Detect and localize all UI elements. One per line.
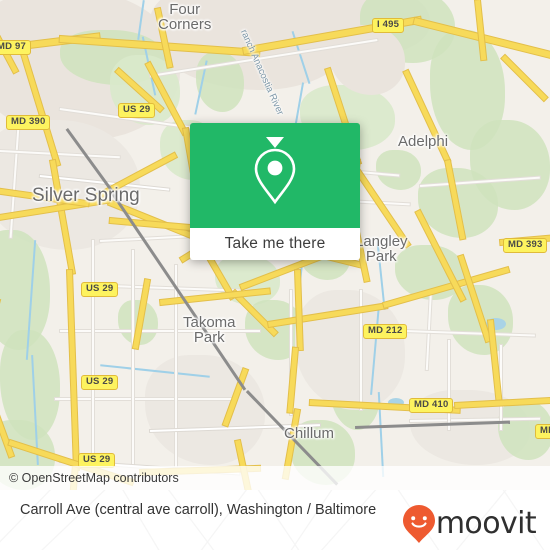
take-me-there-label: Take me there xyxy=(224,235,326,252)
screenshot-root: MD 97 MD 390 US 29 I 495 MD 393 US 29 US 29 US … xyxy=(0,0,550,550)
map-route-shield: US 29 xyxy=(81,282,119,297)
moovit-smiley-pin-icon xyxy=(402,505,435,543)
map-route-shield: MD 97 xyxy=(0,40,31,55)
attribution-text: © OpenStreetMap contributors xyxy=(9,471,179,485)
map-pin-icon xyxy=(254,148,296,204)
moovit-logo[interactable]: moovit xyxy=(402,504,537,544)
map-route-shield: US 29 xyxy=(81,375,119,390)
map-park-area xyxy=(376,150,421,190)
map-place-label: Adelphi xyxy=(398,133,449,150)
map-canvas[interactable]: MD 97 MD 390 US 29 I 495 MD 393 US 29 US 29 US … xyxy=(0,0,550,490)
map-road-minor xyxy=(500,345,502,430)
map-route-shield: I 495 xyxy=(372,18,405,33)
map-route-shield: MD 212 xyxy=(363,324,408,339)
map-attribution-bar: © OpenStreetMap contributors xyxy=(0,466,550,490)
moovit-wordmark: moovit xyxy=(435,506,537,541)
map-place-label: Silver Spring xyxy=(32,185,140,206)
map-route-shield: MD 393 xyxy=(503,238,548,253)
map-road-minor xyxy=(92,240,94,470)
map-route-shield: US 29 xyxy=(118,103,156,118)
map-place-label: Chillum xyxy=(284,425,335,442)
map-place-label: Takoma Park xyxy=(183,314,236,346)
map-road-minor xyxy=(175,265,177,470)
map-place-label: Langley Park xyxy=(355,233,408,265)
map-road-minor xyxy=(132,250,134,465)
page-title: Carroll Ave (central ave carroll), Washi… xyxy=(20,502,377,518)
map-road-minor xyxy=(55,398,235,400)
map-road-minor xyxy=(448,340,450,430)
popup-pointer-tail xyxy=(266,137,284,148)
map-route-shield: MD 410 xyxy=(409,398,454,413)
take-me-there-button[interactable]: Take me there xyxy=(190,228,360,260)
footer-bar: Carroll Ave (central ave carroll), Washi… xyxy=(0,490,550,550)
map-road-motorway xyxy=(67,270,79,471)
map-place-label: Four Corners xyxy=(158,1,212,33)
map-route-shield: MD 390 xyxy=(6,115,51,130)
map-route-shield: MD xyxy=(535,424,550,439)
map-road-motorway xyxy=(501,55,548,101)
